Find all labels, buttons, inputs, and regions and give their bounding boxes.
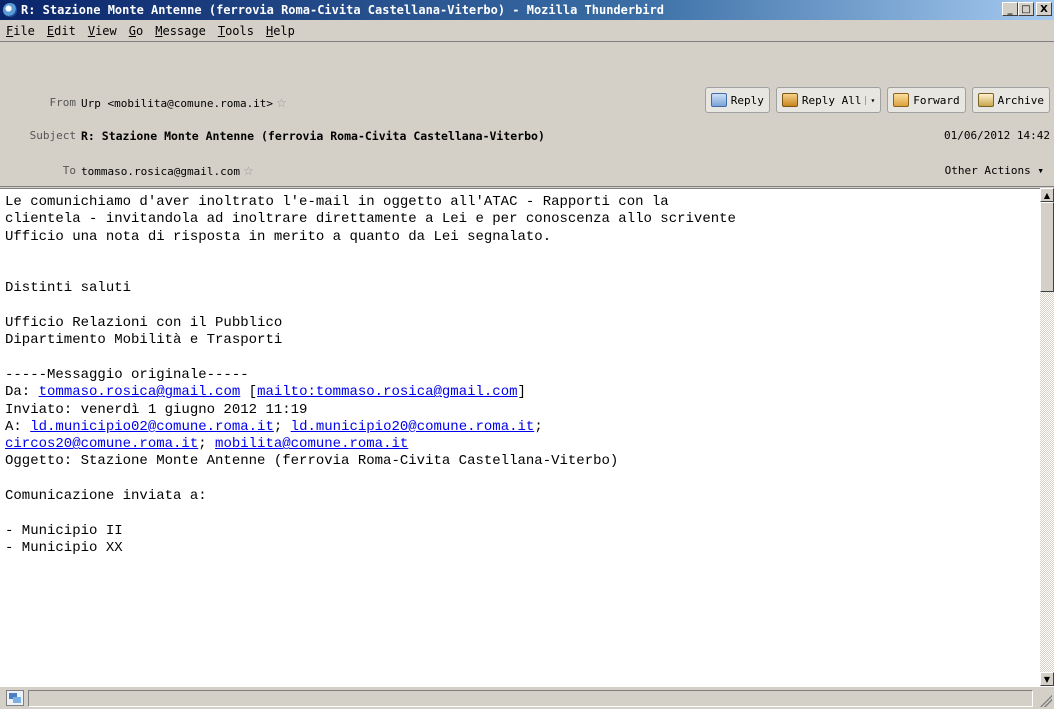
menu-go-label: o bbox=[136, 23, 144, 38]
message-body[interactable]: Le comunichiamo d'aver inoltrato l'e-mai… bbox=[0, 188, 1040, 686]
scrollbar-thumb[interactable] bbox=[1040, 202, 1054, 292]
original-message-separator: -----Messaggio originale----- bbox=[5, 366, 249, 383]
sender-email-link[interactable]: tommaso.rosica@gmail.com bbox=[39, 384, 241, 400]
da-label: Da: bbox=[5, 384, 39, 401]
reply-all-label: Reply All bbox=[801, 93, 862, 107]
menu-view[interactable]: View bbox=[84, 24, 125, 38]
message-body-text: Le comunichiamo d'aver inoltrato l'e-mai… bbox=[5, 194, 736, 556]
menu-message[interactable]: Message bbox=[151, 24, 214, 38]
menu-go[interactable]: Go bbox=[125, 24, 151, 38]
municipio-item: - Municipio XX bbox=[5, 539, 123, 556]
forward-icon bbox=[893, 93, 910, 107]
menu-help-label: elp bbox=[273, 23, 295, 38]
reply-button[interactable]: Reply bbox=[704, 87, 770, 113]
to-value[interactable]: tommaso.rosica@gmail.com ☆ bbox=[81, 164, 254, 178]
menu-tools-mnemonic: T bbox=[217, 23, 226, 38]
municipio-item: - Municipio II bbox=[5, 522, 123, 539]
thunderbird-window: R: Stazione Monte Antenne (ferrovia Roma… bbox=[0, 0, 1054, 709]
message-header: From Urp <mobilita@comune.roma.it> ☆ Repl… bbox=[0, 43, 1054, 187]
window-controls: _ □ X bbox=[1002, 2, 1052, 16]
communication-line: Comunicazione inviata a: bbox=[5, 488, 207, 505]
signature-line: Ufficio Relazioni con il Pubblico bbox=[5, 315, 283, 332]
star-icon[interactable]: ☆ bbox=[243, 164, 254, 178]
status-text-field bbox=[28, 690, 1033, 707]
menu-file-label: ile bbox=[13, 23, 35, 38]
closing-salutation: Distinti saluti bbox=[5, 280, 132, 297]
resize-grip-icon[interactable] bbox=[1040, 695, 1052, 707]
from-address: Urp <mobilita@comune.roma.it> bbox=[81, 97, 274, 110]
message-toolbar: Reply Reply All ▾ Forward Archive bbox=[704, 87, 1050, 113]
from-value[interactable]: Urp <mobilita@comune.roma.it> ☆ bbox=[81, 96, 287, 110]
recipient-email-link[interactable]: ld.municipio20@comune.roma.it bbox=[291, 419, 535, 435]
to-label: To bbox=[62, 164, 76, 177]
reply-icon bbox=[710, 93, 727, 107]
forward-button[interactable]: Forward bbox=[887, 87, 966, 113]
recipient-email-link[interactable]: circos20@comune.roma.it bbox=[5, 436, 198, 452]
star-icon[interactable]: ☆ bbox=[276, 96, 287, 110]
sent-date-line: Inviato: venerdì 1 giugno 2012 11:19 bbox=[5, 401, 308, 418]
forward-label: Forward bbox=[913, 93, 960, 107]
subject-label: Subject bbox=[29, 129, 76, 142]
from-label: From bbox=[49, 96, 77, 109]
menu-tools[interactable]: Tools bbox=[214, 24, 262, 38]
to-address: tommaso.rosica@gmail.com bbox=[81, 165, 240, 178]
recipient-email-link[interactable]: ld.municipio02@comune.roma.it bbox=[30, 419, 274, 435]
menu-help[interactable]: Help bbox=[262, 24, 303, 38]
scroll-up-icon[interactable]: ▲ bbox=[1040, 188, 1054, 202]
menu-view-mnemonic: V bbox=[87, 23, 96, 38]
menu-bar: File Edit View Go Message Tools Help bbox=[0, 20, 1054, 42]
archive-icon bbox=[977, 93, 994, 107]
reply-all-dropdown-icon[interactable]: ▾ bbox=[865, 95, 875, 105]
menu-file[interactable]: File bbox=[2, 24, 43, 38]
reply-all-icon bbox=[781, 93, 798, 107]
body-line: Le comunichiamo d'aver inoltrato l'e-mai… bbox=[5, 194, 669, 210]
body-line: Ufficio una nota di risposta in merito a… bbox=[5, 228, 552, 245]
menu-tools-label: ools bbox=[225, 23, 254, 38]
recipient-email-link[interactable]: mobilita@comune.roma.it bbox=[215, 436, 408, 452]
vertical-scrollbar[interactable]: ▲ ▼ bbox=[1040, 188, 1054, 686]
minimize-button[interactable]: _ bbox=[1002, 2, 1018, 16]
mailto-link[interactable]: mailto:tommaso.rosica@gmail.com bbox=[257, 384, 517, 400]
a-label: A: bbox=[5, 418, 31, 435]
title-bar[interactable]: R: Stazione Monte Antenne (ferrovia Roma… bbox=[0, 0, 1054, 20]
reply-all-button[interactable]: Reply All ▾ bbox=[775, 87, 882, 113]
archive-button[interactable]: Archive bbox=[971, 87, 1050, 113]
menu-go-mnemonic: G bbox=[128, 23, 136, 38]
status-bar bbox=[0, 686, 1054, 709]
menu-message-label: essage bbox=[162, 23, 206, 38]
menu-view-label: iew bbox=[95, 23, 117, 38]
subject-value: R: Stazione Monte Antenne (ferrovia Roma… bbox=[81, 129, 545, 143]
archive-label: Archive bbox=[997, 93, 1044, 107]
menu-edit[interactable]: Edit bbox=[43, 24, 84, 38]
message-date: 01/06/2012 14:42 bbox=[944, 129, 1050, 142]
window-title: R: Stazione Monte Antenne (ferrovia Roma… bbox=[21, 3, 664, 17]
body-line: clientela - invitandola ad inoltrare dir… bbox=[5, 211, 736, 228]
maximize-button[interactable]: □ bbox=[1018, 2, 1034, 16]
thunderbird-app-icon bbox=[3, 3, 17, 17]
menu-edit-label: dit bbox=[54, 23, 76, 38]
other-actions-button[interactable]: Other Actions ▾ bbox=[945, 164, 1044, 177]
signature-line: Dipartimento Mobilità e Trasporti bbox=[5, 332, 283, 349]
online-status-icon[interactable] bbox=[6, 690, 24, 706]
close-button[interactable]: X bbox=[1036, 2, 1052, 16]
scroll-down-icon[interactable]: ▼ bbox=[1040, 672, 1054, 686]
reply-label: Reply bbox=[730, 93, 764, 107]
original-subject-line: Oggetto: Stazione Monte Antenne (ferrovi… bbox=[5, 453, 619, 470]
